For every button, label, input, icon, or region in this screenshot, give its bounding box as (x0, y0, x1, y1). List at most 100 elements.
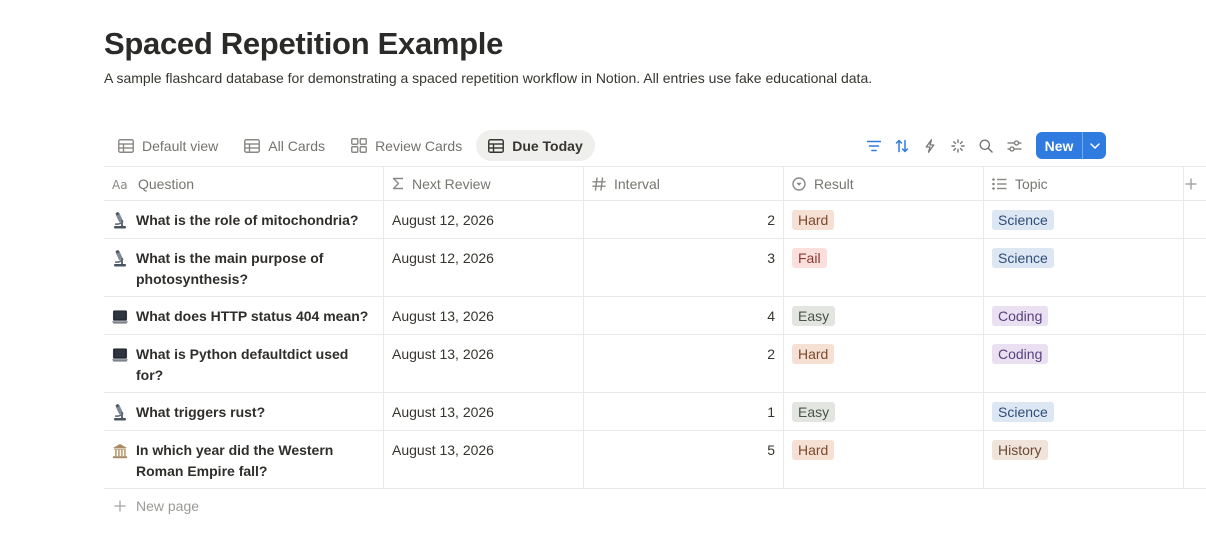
database-toolbar: New (860, 132, 1106, 159)
new-dropdown-button[interactable] (1082, 132, 1106, 159)
topic-cell[interactable]: Coding (984, 297, 1184, 334)
tab-due-today[interactable]: Due Today (476, 130, 595, 161)
question-cell[interactable]: What is the role of mitochondria? (104, 201, 384, 238)
sort-button[interactable] (888, 132, 916, 159)
table-row[interactable]: What does HTTP status 404 mean? August 13… (104, 297, 1206, 335)
result-cell[interactable]: Easy (784, 297, 984, 334)
next-review-cell[interactable]: August 13, 2026 (384, 393, 584, 430)
interval-cell[interactable]: 2 (584, 201, 784, 238)
result-tag: Fail (792, 248, 827, 268)
next-review-cell[interactable]: August 13, 2026 (384, 431, 584, 488)
interval-cell[interactable]: 1 (584, 393, 784, 430)
result-tag: Easy (792, 402, 836, 422)
interval-cell[interactable]: 4 (584, 297, 784, 334)
question-text: What is the role of mitochondria? (136, 212, 359, 228)
tab-label: Review Cards (375, 137, 463, 154)
topic-cell[interactable]: Science (984, 201, 1184, 238)
question-cell[interactable]: What is the main purpose of photosynthes… (104, 239, 384, 296)
result-cell[interactable]: Hard (784, 201, 984, 238)
interval-cell[interactable]: 3 (584, 239, 784, 296)
page-title: Spaced Repetition Example (104, 26, 504, 61)
interval-cell[interactable]: 5 (584, 431, 784, 488)
filter-button[interactable] (860, 132, 888, 159)
topic-tag: Science (992, 248, 1054, 268)
question-cell[interactable]: What triggers rust? (104, 393, 384, 430)
topic-cell[interactable]: Coding (984, 335, 1184, 392)
result-cell[interactable]: Fail (784, 239, 984, 296)
tab-default-view[interactable]: Default view (106, 130, 230, 161)
result-tag: Easy (792, 306, 836, 326)
new-button[interactable]: New (1036, 132, 1106, 159)
add-column-button[interactable] (1184, 167, 1206, 200)
classical-building-icon (112, 440, 128, 461)
new-button-label: New (1044, 137, 1074, 154)
new-page-label: New page (136, 498, 200, 514)
settings-button[interactable] (1000, 132, 1028, 159)
filter-icon (867, 140, 881, 151)
search-button[interactable] (972, 132, 1000, 159)
column-header-next-review[interactable]: Next Review (384, 167, 584, 200)
empty-cell (1184, 431, 1206, 488)
question-text: What does HTTP status 404 mean? (136, 308, 369, 324)
select-icon (792, 176, 806, 191)
next-review-cell[interactable]: August 13, 2026 (384, 297, 584, 334)
table-row[interactable]: What is the main purpose of photosynthes… (104, 239, 1206, 297)
table-row[interactable]: In which year did the Western Roman Empi… (104, 431, 1206, 489)
next-review-cell[interactable]: August 12, 2026 (384, 239, 584, 296)
column-label: Topic (1015, 175, 1048, 192)
settings-icon (1007, 139, 1021, 152)
question-cell[interactable]: In which year did the Western Roman Empi… (104, 431, 384, 488)
topic-cell[interactable]: History (984, 431, 1184, 488)
question-cell[interactable]: What is Python defaultdict used for? (104, 335, 384, 392)
empty-cell (1184, 201, 1206, 238)
table-header: Aa Question Next Review Interval Result … (104, 166, 1206, 201)
topic-cell[interactable]: Science (984, 239, 1184, 296)
table-row[interactable]: What triggers rust? August 13, 2026 1 Easy S… (104, 393, 1206, 431)
column-header-topic[interactable]: Topic (984, 167, 1184, 200)
column-label: Question (138, 175, 195, 192)
question-text: What is the main purpose of photosynthes… (136, 250, 324, 287)
table-row[interactable]: What is the role of mitochondria? August … (104, 201, 1206, 239)
table-icon (118, 138, 134, 153)
view-tabs: Default view All Cards Review Cards Due … (106, 130, 597, 161)
table-body: What is the role of mitochondria? August … (104, 201, 1206, 489)
search-icon (979, 139, 993, 153)
chevron-down-icon (1089, 142, 1100, 149)
empty-cell (1184, 335, 1206, 392)
column-header-result[interactable]: Result (784, 167, 984, 200)
column-header-question[interactable]: Aa Question (104, 167, 384, 200)
question-text: What is Python defaultdict used for? (136, 346, 349, 383)
laptop-icon (112, 344, 128, 365)
result-cell[interactable]: Hard (784, 335, 984, 392)
table-icon (488, 138, 505, 153)
topic-tag: History (992, 440, 1048, 460)
topic-tag: Coding (992, 306, 1049, 326)
topic-tag: Coding (992, 344, 1049, 364)
loading-icon (951, 138, 965, 153)
result-cell[interactable]: Hard (784, 431, 984, 488)
topic-tag: Science (992, 210, 1054, 230)
next-review-cell[interactable]: August 13, 2026 (384, 335, 584, 392)
title-property-icon: Aa (112, 178, 128, 190)
empty-cell (1184, 393, 1206, 430)
column-header-interval[interactable]: Interval (584, 167, 784, 200)
result-tag: Hard (792, 344, 835, 364)
result-cell[interactable]: Easy (784, 393, 984, 430)
tab-review-cards[interactable]: Review Cards (339, 130, 474, 161)
result-tag: Hard (792, 440, 835, 460)
microscope-icon (112, 210, 128, 231)
topic-cell[interactable]: Science (984, 393, 1184, 430)
tab-all-cards[interactable]: All Cards (232, 130, 337, 161)
interval-cell[interactable]: 2 (584, 335, 784, 392)
table-row[interactable]: What is Python defaultdict used for? Augu… (104, 335, 1206, 393)
topic-tag: Science (992, 402, 1054, 422)
question-cell[interactable]: What does HTTP status 404 mean? (104, 297, 384, 334)
automation-button[interactable] (916, 132, 944, 159)
empty-cell (1184, 239, 1206, 296)
next-review-cell[interactable]: August 12, 2026 (384, 201, 584, 238)
new-page-button[interactable]: New page (114, 498, 199, 514)
loading-button[interactable] (944, 132, 972, 159)
tab-label: Due Today (512, 137, 583, 154)
formula-icon (392, 177, 403, 190)
empty-cell (1184, 297, 1206, 334)
